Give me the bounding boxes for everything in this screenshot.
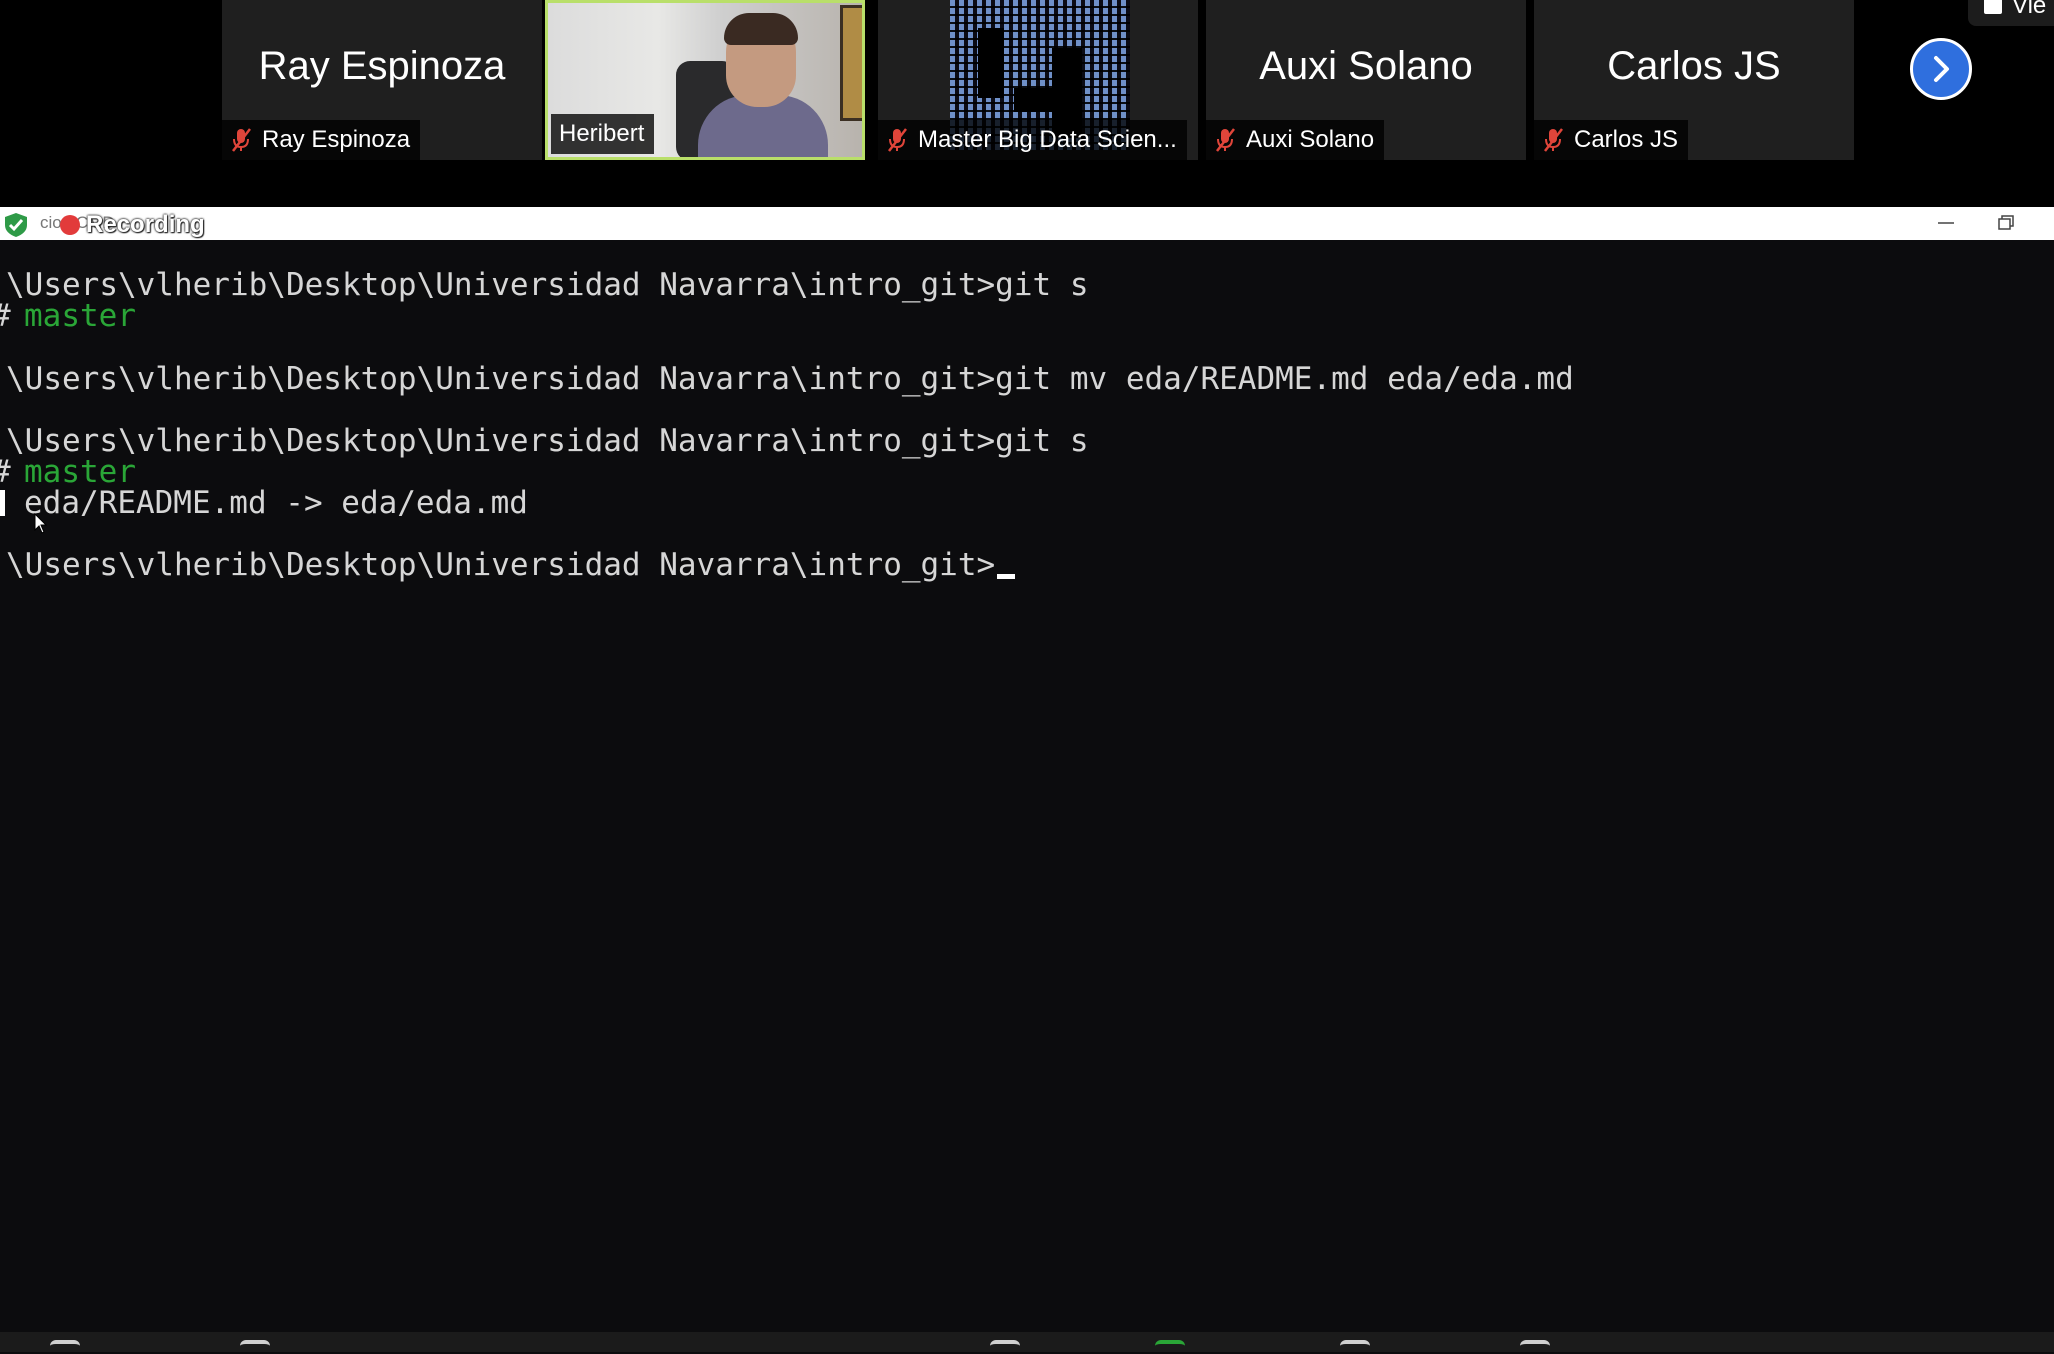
participant-name-tag: Heribert [551,114,655,154]
participant-name-label: Auxi Solano [1246,126,1375,153]
participant-name-tag: Auxi Solano [1206,120,1385,160]
view-button-label: Vie [2012,0,2047,19]
participant-display-name: Ray Espinoza [258,44,506,88]
record-dot-icon [60,215,80,235]
terminal-line: \Users\vlherib\Desktop\Universidad Navar… [6,270,1089,301]
participant-strip: Ray Espinoza Ray Espinoza Heribert Maste… [0,0,2054,207]
participant-name-label: Ray Espinoza [262,126,411,153]
participant-tile-master-big-data[interactable]: Master Big Data Scien... [878,0,1198,160]
command: git mv eda/README.md eda/eda.md [995,361,1574,397]
prompt: \Users\vlherib\Desktop\Universidad Navar… [6,267,996,303]
branch-marker: # [0,301,11,332]
terminal-output[interactable]: \Users\vlherib\Desktop\Universidad Navar… [0,240,2054,1332]
participant-name-label: Master Big Data Scien... [918,126,1177,153]
participant-name-tag: Carlos JS [1534,120,1689,160]
participant-name-label: Heribert [559,120,645,147]
text-cursor [997,574,1016,579]
participant-tile-carlos[interactable]: Carlos JS Carlos JS [1534,0,1854,160]
mic-muted-icon [1216,128,1235,152]
terminal-line-current[interactable]: \Users\vlherib\Desktop\Universidad Navar… [6,547,1016,583]
video-wall-map [840,5,862,121]
participant-name-tag: Master Big Data Scien... [878,120,1187,160]
cmd-titlebar[interactable]: cion CMD Recording [0,207,2054,240]
mic-muted-icon [1544,128,1563,152]
terminal-line: \Users\vlherib\Desktop\Universidad Navar… [6,364,1574,395]
view-button[interactable]: Vie [1968,0,2054,26]
prompt: \Users\vlherib\Desktop\Universidad Navar… [6,361,996,397]
rename-status-line: eda/README.md -> eda/eda.md [24,485,528,521]
next-participants-button[interactable] [1910,38,1972,100]
mic-muted-icon [888,128,907,152]
meeting-controls-bar [0,1332,2054,1352]
terminal-line: \Users\vlherib\Desktop\Universidad Navar… [6,426,1089,457]
participant-tile-heribert[interactable]: Heribert [545,0,865,160]
chevron-right-icon [1934,56,1949,82]
prompt: \Users\vlherib\Desktop\Universidad Navar… [6,423,996,459]
participant-name-tag: Ray Espinoza [222,120,421,160]
command: git s [995,423,1089,459]
branch-name: master [24,454,136,490]
prompt: \Users\vlherib\Desktop\Universidad Navar… [6,547,996,583]
view-icon [1984,0,2002,14]
participant-tile-auxi[interactable]: Auxi Solano Auxi Solano [1206,0,1526,160]
participant-name-label: Carlos JS [1574,126,1679,153]
participant-display-name: Carlos JS [1607,44,1781,88]
branch-marker: # [0,457,11,488]
command: git s [995,267,1089,303]
mouse-pointer-icon [34,513,48,534]
minimize-icon[interactable] [1934,213,1958,233]
recording-label: Recording [86,211,205,238]
branch-name: master [24,298,136,334]
video-person-hair [724,13,798,45]
mic-muted-icon [232,128,251,152]
participant-display-name: Auxi Solano [1259,44,1473,88]
restore-icon[interactable] [1994,213,2018,233]
shield-check-icon [5,213,27,237]
participant-tile-ray[interactable]: Ray Espinoza Ray Espinoza [222,0,542,160]
recording-indicator: Recording [60,211,205,239]
selection-marker [0,490,5,516]
